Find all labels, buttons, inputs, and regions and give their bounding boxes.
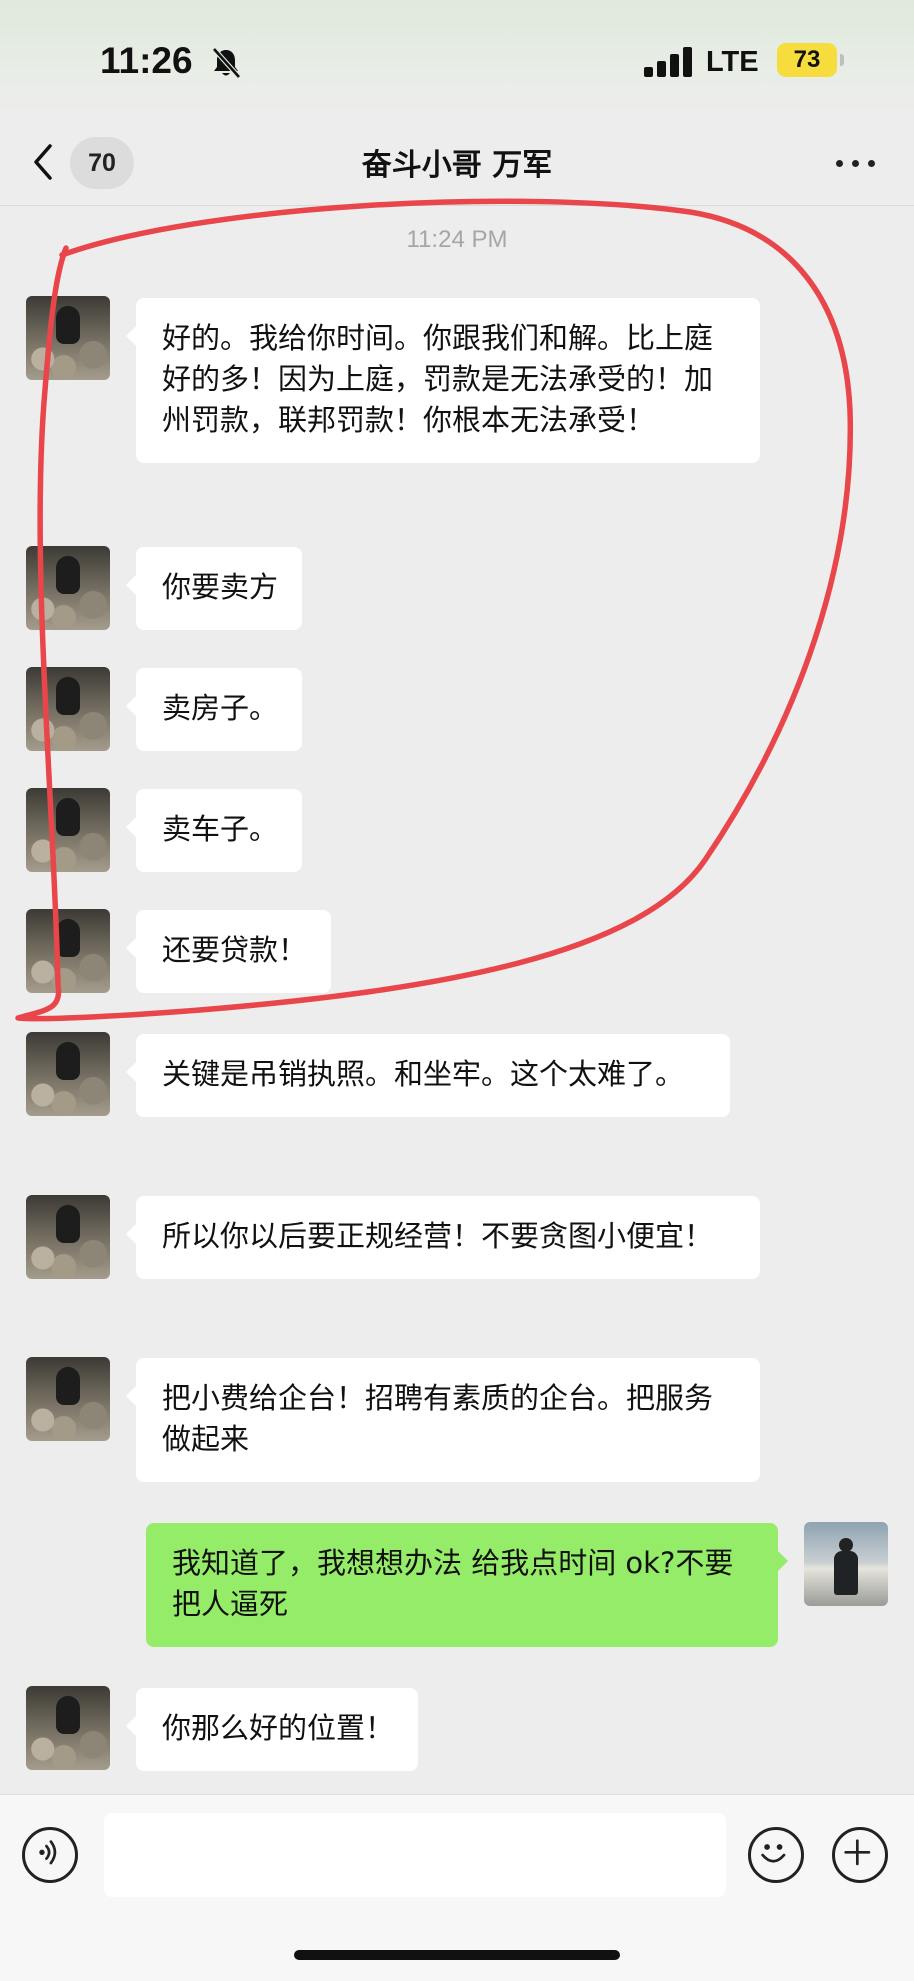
chat-title: 奋斗小哥 万军	[361, 148, 553, 183]
contact-avatar[interactable]	[26, 296, 110, 380]
unread-count-badge: 70	[70, 137, 134, 189]
home-indicator[interactable]	[294, 1950, 620, 1960]
voice-button[interactable]	[22, 1827, 78, 1883]
bell-muted-icon	[212, 47, 241, 79]
message-text: 我知道了，我想想办法 给我点时间 ok?不要把人逼死	[172, 1546, 734, 1621]
more-button[interactable]	[832, 150, 880, 176]
cellular-signal-icon	[644, 47, 694, 77]
back-button[interactable]: 70	[28, 136, 138, 190]
message-text: 你那么好的位置！	[162, 1711, 395, 1745]
emoji-button[interactable]	[748, 1827, 804, 1883]
own-message-bubble[interactable]: 我知道了，我想想办法 给我点时间 ok?不要把人逼死	[146, 1523, 788, 1647]
nav-divider	[0, 205, 914, 206]
battery-level: 73	[793, 46, 821, 73]
battery-icon: 73	[777, 43, 844, 77]
message-bubble[interactable]: 把小费给企台！招聘有素质的企台。把服务做起来	[126, 1358, 760, 1482]
network-type: LTE	[706, 46, 759, 78]
contact-avatar[interactable]	[26, 909, 110, 993]
status-bar: 11:26 LTE 73	[0, 0, 914, 120]
message-bubble[interactable]: 还要贷款！	[125, 910, 332, 993]
voice-icon	[39, 1840, 57, 1865]
message-text: 好的。我给你时间。你跟我们和解。比上庭好的多！因为上庭，罚款是无法承受的！加州罚…	[162, 321, 714, 437]
message-bubble[interactable]: 好的。我给你时间。你跟我们和解。比上庭好的多！因为上庭，罚款是无法承受的！加州罚…	[126, 298, 760, 463]
message-text: 关键是吊销执照。和坐牢。这个太难了。	[162, 1057, 685, 1091]
message-input[interactable]	[104, 1813, 726, 1897]
contact-avatar[interactable]	[26, 667, 110, 751]
message-bubble[interactable]: 卖房子。	[125, 668, 303, 751]
status-time: 11:26	[100, 40, 193, 81]
message-text: 把小费给企台！招聘有素质的企台。把服务做起来	[162, 1381, 714, 1456]
chat-nav-bar: 70 奋斗小哥 万军	[0, 120, 914, 206]
message-bubble[interactable]: 你那么好的位置！	[125, 1688, 419, 1771]
contact-avatar[interactable]	[26, 1357, 110, 1441]
message-text: 你要卖方	[162, 570, 279, 604]
own-avatar[interactable]	[804, 1522, 888, 1606]
add-button[interactable]	[832, 1827, 888, 1883]
message-bubble[interactable]: 关键是吊销执照。和坐牢。这个太难了。	[126, 1034, 730, 1117]
message-bubble[interactable]: 卖车子。	[125, 789, 303, 872]
plus-circle-icon	[844, 1839, 871, 1866]
message-text: 还要贷款！	[162, 933, 308, 967]
contact-avatar[interactable]	[26, 1195, 110, 1279]
message-text: 所以你以后要正规经营！不要贪图小便宜！	[162, 1219, 714, 1253]
message-bubble[interactable]: 你要卖方	[125, 547, 303, 630]
emoji-icon	[761, 1844, 786, 1863]
message-timestamp: 11:24 PM	[406, 226, 508, 253]
contact-avatar[interactable]	[26, 1686, 110, 1770]
wechat-chat-screen: 11:26 LTE 73 70 奋斗小哥 万军 11:24 PM 好的。我给你时…	[0, 0, 914, 1981]
message-bubble[interactable]: 所以你以后要正规经营！不要贪图小便宜！	[126, 1196, 760, 1279]
contact-avatar[interactable]	[26, 788, 110, 872]
message-text: 卖房子。	[162, 691, 279, 725]
contact-avatar[interactable]	[26, 1032, 110, 1116]
message-text: 卖车子。	[162, 812, 279, 846]
chevron-left-icon	[34, 144, 52, 180]
contact-avatar[interactable]	[26, 546, 110, 630]
